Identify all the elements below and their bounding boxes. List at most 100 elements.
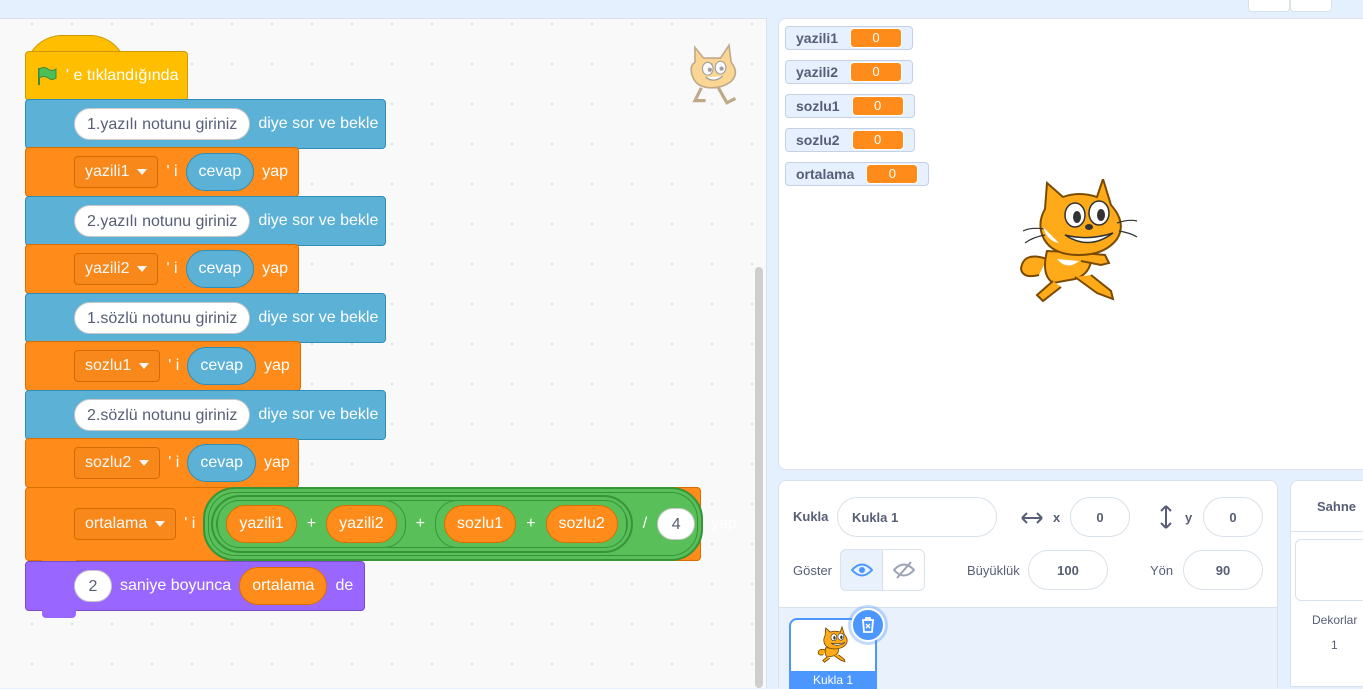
plus-label: + bbox=[526, 515, 536, 532]
sprite-list: Kukla 1 bbox=[779, 607, 1277, 689]
set-mid-label: ' i bbox=[168, 454, 180, 471]
stage-title: Sahne bbox=[1317, 499, 1357, 514]
ask-input-3[interactable]: 1.sözlü notunu giriniz bbox=[74, 302, 251, 334]
ask-suffix-3: diye sor ve bekle bbox=[258, 309, 379, 326]
variable-monitor-yazili2[interactable]: yazili2 0 bbox=[785, 60, 914, 84]
variable-monitor-sozlu2[interactable]: sozlu2 0 bbox=[785, 128, 915, 152]
set-variable-block-3[interactable]: sozlu1 ' i cevap yap bbox=[25, 341, 301, 398]
code-workspace[interactable]: ' e tıklandığında 1.yazılı notunu girini… bbox=[0, 18, 767, 688]
size-label: Büyüklük bbox=[967, 563, 1020, 578]
stage-selector-panel[interactable]: Sahne Dekorlar 1 bbox=[1290, 480, 1363, 687]
reporter-label: ortalama bbox=[252, 577, 315, 594]
green-flag-icon bbox=[38, 67, 57, 85]
eye-icon bbox=[850, 563, 873, 577]
variable-dropdown-4[interactable]: sozlu2 bbox=[74, 447, 161, 479]
direction-input[interactable]: 90 bbox=[1183, 550, 1263, 590]
monitor-label: ortalama bbox=[796, 166, 855, 182]
show-label: Göster bbox=[793, 563, 833, 578]
cat-sprite-icon[interactable] bbox=[1017, 179, 1141, 311]
variable-dropdown-1[interactable]: yazili1 bbox=[74, 156, 159, 188]
divide-label: / bbox=[642, 515, 648, 532]
ask-block-4[interactable]: 2.sözlü notunu giriniz diye sor ve bekle bbox=[25, 390, 386, 447]
small-stage-button[interactable] bbox=[1248, 0, 1290, 12]
ask-input-4[interactable]: 2.sözlü notunu giriniz bbox=[74, 399, 251, 431]
variable-dropdown-3[interactable]: sozlu1 bbox=[74, 350, 161, 382]
stage[interactable]: yazili1 0 yazili2 0 sozlu1 0 sozlu2 0 or… bbox=[778, 18, 1363, 470]
reporter-sozlu1[interactable]: sozlu1 bbox=[443, 505, 517, 543]
answer-reporter-4[interactable]: cevap bbox=[187, 444, 257, 482]
yap-label: yap bbox=[711, 515, 738, 532]
add-operator-left[interactable]: yazili1 + yazili2 bbox=[217, 500, 406, 548]
x-input[interactable]: 0 bbox=[1070, 497, 1130, 537]
dropdown-label: ortalama bbox=[85, 515, 148, 532]
vertical-arrows-icon bbox=[1160, 505, 1172, 529]
set-variable-block-4[interactable]: sozlu2 ' i cevap yap bbox=[25, 438, 299, 495]
answer-reporter-2[interactable]: cevap bbox=[185, 250, 255, 288]
variable-monitor-ortalama[interactable]: ortalama 0 bbox=[785, 162, 930, 186]
answer-label: cevap bbox=[198, 260, 242, 277]
say-for-secs-block[interactable]: 2 saniye boyunca ortalama de bbox=[25, 561, 365, 618]
monitor-label: sozlu1 bbox=[796, 98, 840, 114]
monitor-value: 0 bbox=[850, 28, 903, 48]
variable-monitor-yazili1[interactable]: yazili1 0 bbox=[785, 26, 914, 50]
variable-monitor-sozlu1[interactable]: sozlu1 0 bbox=[785, 94, 915, 118]
answer-reporter-1[interactable]: cevap bbox=[185, 153, 255, 191]
set-mid-label: ' i bbox=[166, 163, 178, 180]
variable-dropdown-2[interactable]: yazili2 bbox=[74, 253, 159, 285]
ask-suffix-4: diye sor ve bekle bbox=[258, 406, 379, 423]
chevron-down-icon bbox=[155, 521, 166, 527]
add-operator-right[interactable]: sozlu1 + sozlu2 bbox=[434, 500, 627, 548]
sprite-name-input[interactable]: Kukla 1 bbox=[837, 497, 997, 537]
divisor-input[interactable]: 4 bbox=[657, 508, 696, 540]
hide-button[interactable] bbox=[882, 549, 925, 591]
reporter-yazili2[interactable]: yazili2 bbox=[326, 505, 397, 543]
when-flag-clicked-block[interactable]: ' e tıklandığında bbox=[25, 51, 188, 108]
large-stage-button[interactable] bbox=[1290, 0, 1332, 12]
size-input[interactable]: 100 bbox=[1028, 550, 1108, 590]
dropdown-label: sozlu2 bbox=[85, 454, 132, 471]
ask-block-3[interactable]: 1.sözlü notunu giriniz diye sor ve bekle bbox=[25, 293, 386, 350]
reporter-label: sozlu1 bbox=[456, 515, 504, 532]
dropdown-label: yazili1 bbox=[85, 163, 130, 180]
seconds-input[interactable]: 2 bbox=[74, 570, 112, 602]
top-bar bbox=[0, 0, 1363, 18]
set-variable-block-2[interactable]: yazili2 ' i cevap yap bbox=[25, 244, 299, 301]
reporter-yazili1[interactable]: yazili1 bbox=[226, 505, 297, 543]
x-label: x bbox=[1053, 510, 1061, 525]
chevron-down-icon bbox=[137, 266, 148, 272]
ask-input-2[interactable]: 2.yazılı notunu giriniz bbox=[74, 205, 251, 237]
monitor-value: 0 bbox=[866, 164, 919, 184]
ask-block-1[interactable]: 1.yazılı notunu giriniz diye sor ve bekl… bbox=[25, 99, 386, 156]
monitor-label: yazili1 bbox=[796, 30, 839, 46]
say-suffix: de bbox=[335, 577, 354, 594]
sprite-info-panel: Kukla Kukla 1 x 0 y 0 Göster Büyüklük 10… bbox=[778, 480, 1278, 689]
direction-label: Yön bbox=[1150, 563, 1174, 578]
set-average-block[interactable]: ortalama ' i yazili1 + yazili2 + sozlu1 … bbox=[25, 487, 737, 568]
answer-label: cevap bbox=[198, 163, 242, 180]
answer-reporter-3[interactable]: cevap bbox=[187, 347, 257, 385]
workspace-scrollbar[interactable] bbox=[755, 267, 763, 688]
add-operator-outer[interactable]: yazili1 + yazili2 + sozlu1 + sozlu2 bbox=[211, 495, 633, 553]
reporter-label: sozlu2 bbox=[558, 515, 605, 532]
plus-label: + bbox=[306, 515, 317, 532]
y-input[interactable]: 0 bbox=[1203, 497, 1263, 537]
variable-dropdown-5[interactable]: ortalama bbox=[74, 508, 177, 540]
reporter-ortalama[interactable]: ortalama bbox=[239, 567, 328, 605]
set-mid-label: ' i bbox=[168, 357, 180, 374]
ask-block-2[interactable]: 2.yazılı notunu giriniz diye sor ve bekl… bbox=[25, 196, 386, 253]
sprite-label: Kukla bbox=[793, 509, 829, 524]
monitor-value: 0 bbox=[850, 62, 903, 82]
monitor-label: sozlu2 bbox=[796, 132, 840, 148]
reporter-label: yazili1 bbox=[239, 515, 284, 532]
show-visible-button[interactable] bbox=[840, 549, 883, 591]
divide-operator-block[interactable]: yazili1 + yazili2 + sozlu1 + sozlu2 / 4 bbox=[203, 487, 704, 561]
dropdown-label: yazili2 bbox=[85, 260, 130, 277]
reporter-sozlu2[interactable]: sozlu2 bbox=[545, 505, 618, 543]
monitor-label: yazili2 bbox=[796, 64, 839, 80]
sprite-cat-watermark-icon bbox=[690, 43, 737, 105]
dropdown-label: sozlu1 bbox=[85, 357, 132, 374]
delete-sprite-button[interactable] bbox=[851, 608, 885, 642]
stage-thumbnail[interactable] bbox=[1295, 539, 1363, 601]
set-variable-block-1[interactable]: yazili1 ' i cevap yap bbox=[25, 147, 299, 204]
ask-input-1[interactable]: 1.yazılı notunu giriniz bbox=[74, 108, 251, 140]
